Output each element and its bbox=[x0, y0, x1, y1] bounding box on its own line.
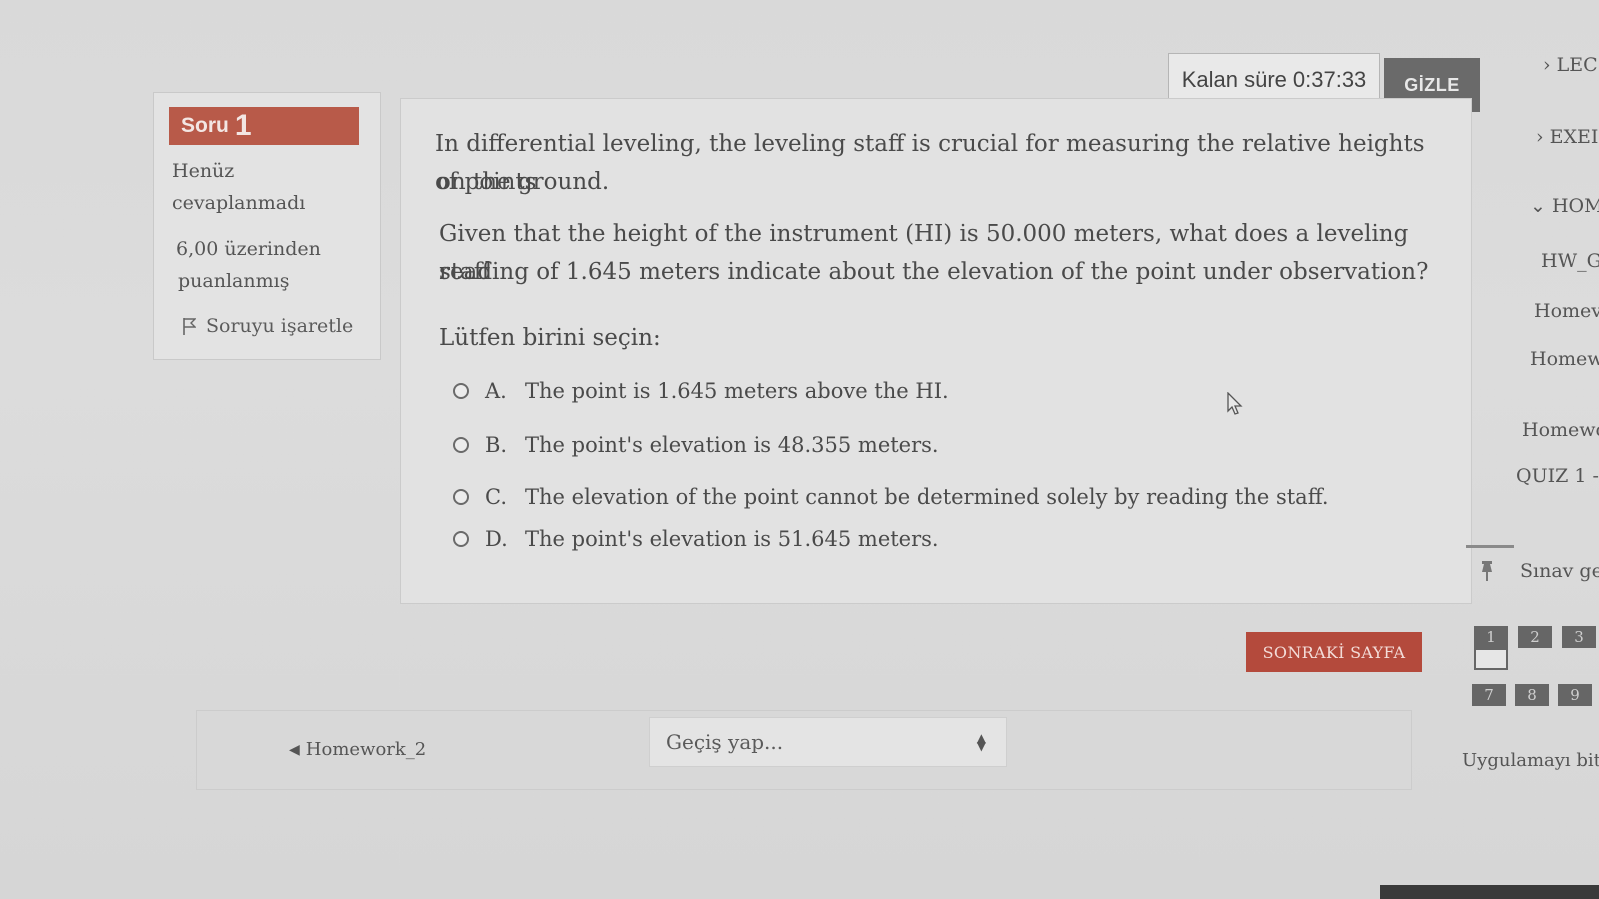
jump-to-placeholder: Geçiş yap... bbox=[666, 730, 784, 754]
flag-question-link[interactable]: Soruyu işaretle bbox=[182, 315, 353, 337]
question-nav-9[interactable]: 9 bbox=[1558, 684, 1592, 706]
question-text-line-4: reading of 1.645 meters indicate about t… bbox=[439, 259, 1429, 285]
question-info-panel: Soru 1 Henüz cevaplanmadı 6,00 üzerinden… bbox=[153, 92, 381, 360]
jump-to-select[interactable]: Geçiş yap... ▲ ▼ bbox=[649, 717, 1007, 767]
question-nav-3[interactable]: 3 bbox=[1562, 626, 1596, 648]
status-line-2: cevaplanmadı bbox=[172, 192, 306, 214]
question-box: In differential leveling, the leveling s… bbox=[400, 98, 1472, 604]
option-d-letter: D. bbox=[485, 527, 508, 551]
exam-nav-pin-icon bbox=[1480, 560, 1494, 587]
bottom-navigation-bar: ◀ Homework_2 Geçiş yap... ▲ ▼ bbox=[196, 710, 1412, 790]
option-c[interactable]: C. The elevation of the point cannot be … bbox=[453, 485, 1329, 509]
option-b[interactable]: B. The point's elevation is 48.355 meter… bbox=[453, 433, 939, 457]
radio-c[interactable] bbox=[453, 489, 469, 505]
question-nav-1-status bbox=[1474, 648, 1508, 670]
points-line-1: 6,00 üzerinden bbox=[176, 238, 321, 260]
previous-activity-link[interactable]: ◀ Homework_2 bbox=[289, 739, 426, 760]
option-a-letter: A. bbox=[485, 379, 507, 403]
status-line-1: Henüz bbox=[172, 160, 235, 182]
timer-value: 0:37:33 bbox=[1292, 67, 1367, 92]
radio-b[interactable] bbox=[453, 437, 469, 453]
sidebar-item-homework-3[interactable]: Homewo bbox=[1522, 419, 1599, 441]
timer-label: Kalan süre bbox=[1181, 67, 1287, 92]
question-nav-7[interactable]: 7 bbox=[1472, 684, 1506, 706]
sidebar-item-hom[interactable]: ⌄ HOMI bbox=[1530, 195, 1599, 217]
question-nav-1[interactable]: 1 bbox=[1474, 626, 1508, 648]
mouse-cursor-icon bbox=[1227, 391, 1243, 420]
sidebar-item-hw-g[interactable]: HW_G bbox=[1541, 250, 1599, 272]
soru-label: Soru bbox=[181, 114, 229, 137]
sidebar-item-homework-2[interactable]: Homew bbox=[1530, 348, 1599, 370]
sidebar-item-exe[interactable]: › EXEI bbox=[1536, 126, 1598, 148]
points-line-2: puanlanmış bbox=[178, 270, 290, 292]
question-number: 1 bbox=[234, 109, 252, 142]
next-page-button[interactable]: SONRAKİ SAYFA bbox=[1246, 632, 1422, 672]
option-d-text: The point's elevation is 51.645 meters. bbox=[525, 527, 939, 551]
question-text-line-2: on the ground. bbox=[437, 169, 610, 195]
option-c-letter: C. bbox=[485, 485, 507, 509]
left-arrow-icon: ◀ bbox=[289, 741, 300, 758]
option-a[interactable]: A. The point is 1.645 meters above the H… bbox=[453, 379, 949, 403]
sidebar-divider bbox=[1466, 545, 1514, 548]
option-b-text: The point's elevation is 48.355 meters. bbox=[525, 433, 939, 457]
exam-navigation-title: Sınav ge bbox=[1520, 560, 1599, 582]
previous-activity-label: Homework_2 bbox=[305, 739, 427, 760]
radio-a[interactable] bbox=[453, 383, 469, 399]
screen-bezel bbox=[1380, 885, 1599, 899]
radio-d[interactable] bbox=[453, 531, 469, 547]
sidebar-item-quiz[interactable]: QUIZ 1 - I bbox=[1516, 465, 1599, 487]
option-d[interactable]: D. The point's elevation is 51.645 meter… bbox=[453, 527, 939, 551]
answer-prompt: Lütfen birini seçin: bbox=[439, 325, 661, 351]
sidebar-item-lec[interactable]: › LEC bbox=[1543, 54, 1598, 76]
flag-icon bbox=[182, 317, 196, 335]
question-number-badge: Soru 1 bbox=[169, 107, 359, 145]
flag-label: Soruyu işaretle bbox=[206, 315, 354, 337]
option-a-text: The point is 1.645 meters above the HI. bbox=[525, 379, 949, 403]
question-nav-2[interactable]: 2 bbox=[1518, 626, 1552, 648]
finish-attempt-link[interactable]: Uygulamayı bit bbox=[1462, 750, 1599, 771]
option-b-letter: B. bbox=[485, 433, 508, 457]
question-nav-8[interactable]: 8 bbox=[1515, 684, 1549, 706]
sidebar-item-homework-1[interactable]: Homev bbox=[1534, 300, 1599, 322]
option-c-text: The elevation of the point cannot be det… bbox=[525, 485, 1329, 509]
select-updown-icon: ▲ ▼ bbox=[976, 731, 986, 753]
